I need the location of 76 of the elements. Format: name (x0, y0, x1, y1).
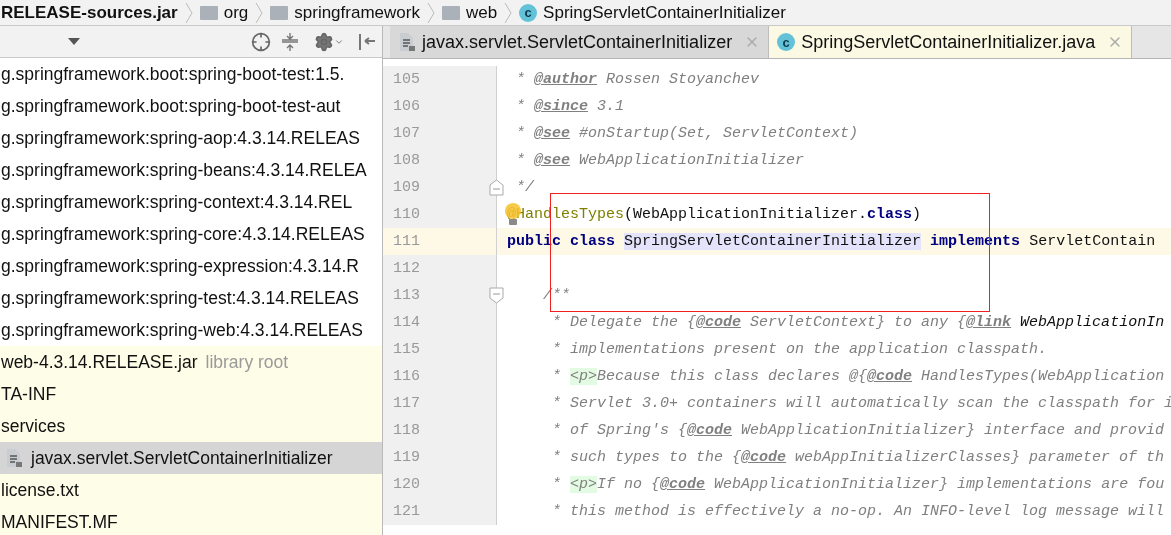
tree-item-label: g.springframework:spring-aop:4.3.14.RELEAS (1, 127, 360, 149)
line-number: 116 (393, 368, 420, 385)
file-icon (398, 32, 416, 52)
tree-item[interactable]: web-4.3.14.RELEASE.jar library root (0, 346, 382, 378)
class-icon: c (777, 33, 796, 51)
breadcrumb-item[interactable]: org (223, 2, 249, 23)
line-number: 115 (393, 341, 420, 358)
crosshair-icon[interactable] (251, 32, 271, 52)
tree-item-label: TA-INF (1, 383, 57, 405)
code-line: * @see WebApplicationInitializer (515, 152, 805, 169)
line-number: 114 (393, 314, 420, 331)
line-number: 119 (393, 449, 420, 466)
code-line: * <p>Because this class declares @{@code HandlesTypes(WebApplication (551, 368, 1165, 385)
folder-icon (270, 5, 289, 20)
line-number: 120 (393, 476, 420, 493)
line-number: 107 (393, 125, 420, 142)
chevron-icon (503, 0, 514, 25)
tree-item-label: services (1, 415, 66, 437)
chevron-icon (183, 0, 194, 25)
tree-item-label: g.springframework:spring-test:4.3.14.RELEAS (1, 287, 359, 309)
line-number: 113 (393, 287, 420, 304)
tree-item-label: g.springframework:spring-expression:4.3.14.R (1, 255, 359, 277)
chevron-icon (254, 0, 265, 25)
editor-tab[interactable]: javax.servlet.ServletContainerInitializer (390, 26, 770, 58)
tree-item-label: MANIFEST.MF (1, 511, 118, 533)
breadcrumb-item[interactable]: springframework (294, 2, 420, 23)
chevron-icon (425, 0, 436, 25)
tree-item-label: license.txt (1, 479, 79, 501)
breadcrumb-item[interactable]: RELEASE-sources.jar (1, 2, 178, 23)
tree-item[interactable]: javax.servlet.ServletContainerInitializer (0, 442, 382, 474)
line-number: 105 (393, 71, 420, 88)
settings-icon[interactable] (314, 32, 344, 52)
folder-icon (199, 5, 218, 20)
tree-item[interactable]: TA-INF (0, 378, 382, 410)
code-line: * @see #onStartup(Set, ServletContext) (515, 125, 859, 142)
collapse-icon[interactable] (280, 32, 300, 52)
folder-icon (441, 5, 460, 20)
line-number: 111 (393, 233, 420, 250)
tree-item[interactable]: services (0, 410, 382, 442)
line-number: 118 (393, 422, 420, 439)
tree-item-label: g.springframework:spring-context:4.3.14.REL (1, 191, 353, 213)
line-number: 112 (393, 260, 420, 277)
code-line: * Servlet 3.0+ containers will automatically scan the classpath for i (551, 395, 1171, 412)
code-line: * implementations present on the application classpath. (551, 341, 1048, 358)
code-line: * Delegate the {@code ServletContext} to any {@link WebApplicationIn (551, 314, 1165, 331)
tree-item-label: g.springframework:spring-web:4.3.14.RELEAS (1, 319, 363, 341)
code-line: * this method is effectively a no-op. An INFO-level log message will (551, 503, 1165, 520)
tree-item-label: javax.servlet.ServletContainerInitializer (31, 447, 333, 469)
line-number: 117 (393, 395, 420, 412)
tree-item-label: g.springframework:spring-beans:4.3.14.RELEA (1, 159, 367, 181)
dropdown-caret-icon[interactable] (68, 38, 80, 45)
hide-panel-icon[interactable] (357, 32, 377, 52)
tree-item-label: g.springframework.boot:spring-boot-test-aut (1, 95, 341, 117)
code-line: * @since 3.1 (515, 98, 625, 115)
tree-item[interactable]: license.txt (0, 474, 382, 506)
code-line: */ (515, 179, 534, 196)
tree-item-label: g.springframework.boot:spring-boot-test:1.5. (1, 63, 345, 85)
code-line: * of Spring's {@code WebApplicationInitializer} interface and provid (551, 422, 1165, 439)
line-number: 110 (393, 206, 420, 223)
line-number: 106 (393, 98, 420, 115)
editor-tab[interactable]: c SpringServletContainerInitializer.java (769, 26, 1133, 58)
line-number: 109 (393, 179, 420, 196)
tree-item-label: web-4.3.14.RELEASE.jar (1, 351, 198, 373)
code-line: * <p>If no {@code WebApplicationInitializer} implementations are fou (551, 476, 1165, 493)
tree-item-label: g.springframework:spring-core:4.3.14.RELEAS (1, 223, 365, 245)
breadcrumb-item[interactable]: SpringServletContainerInitializer (543, 2, 786, 23)
code-line: * @author Rossen Stoyanchev (515, 71, 760, 88)
line-number: 108 (393, 152, 420, 169)
file-icon (5, 448, 23, 468)
fold-start-icon[interactable] (489, 287, 504, 304)
class-icon: c (519, 3, 538, 22)
code-line: * such types to the {@code webAppInitializerClasses} parameter of th (551, 449, 1165, 466)
library-root-hint: library root (205, 351, 289, 373)
tree-item[interactable]: MANIFEST.MF (0, 506, 382, 535)
line-number: 121 (393, 503, 420, 520)
breadcrumb-item[interactable]: web (465, 2, 498, 23)
